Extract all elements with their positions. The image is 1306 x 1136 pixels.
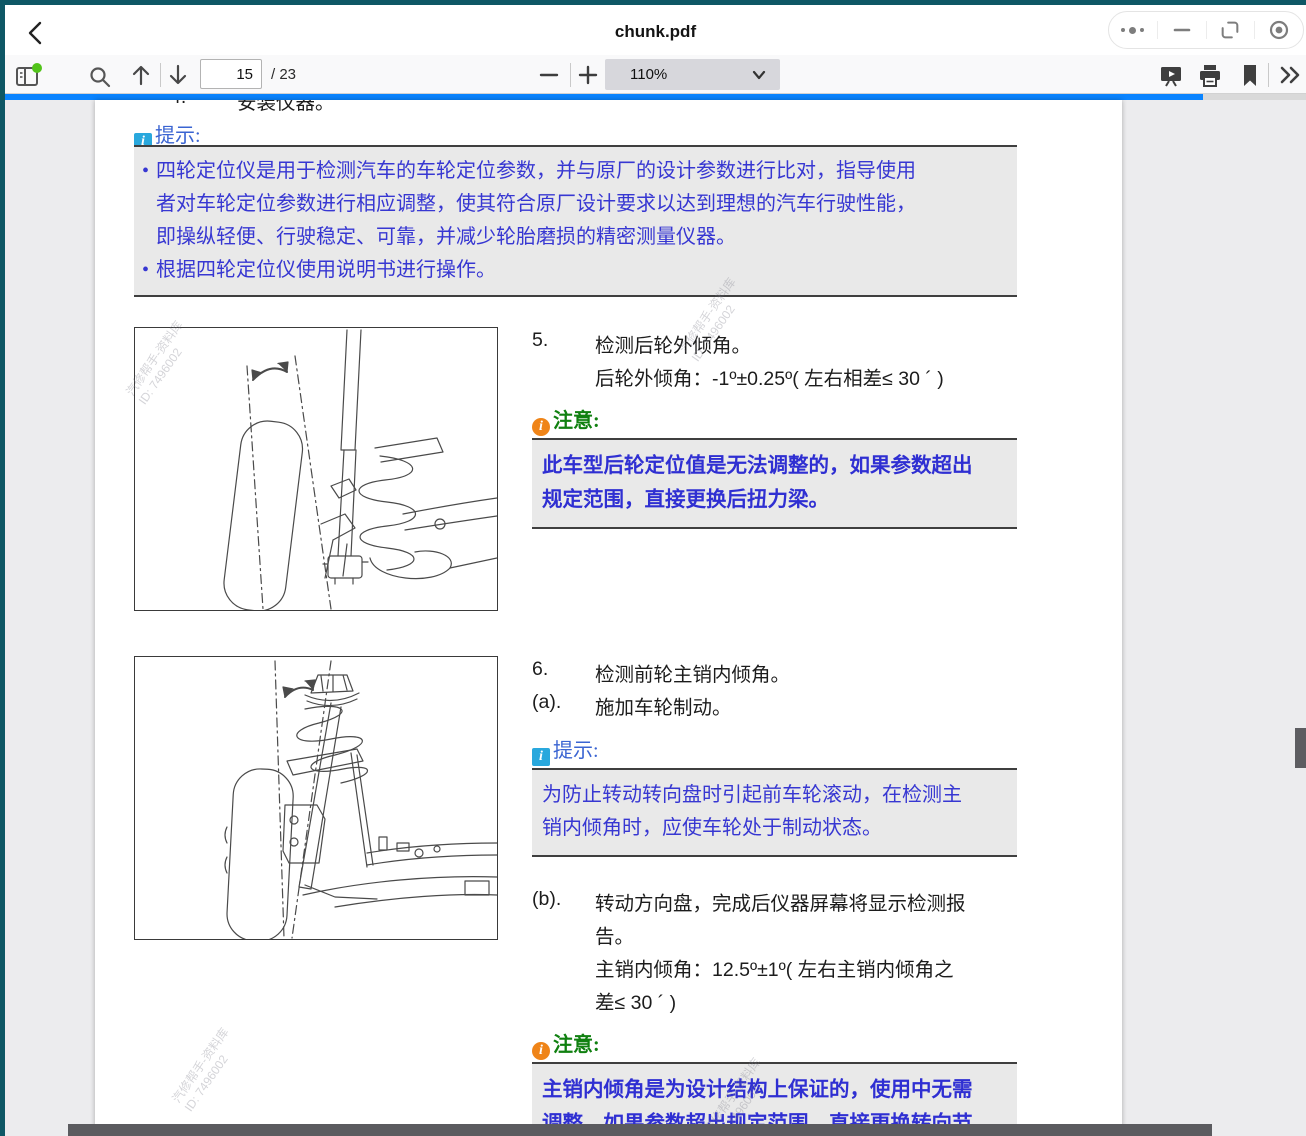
tip-label: 提示: [155, 125, 201, 147]
rear-suspension-diagram [135, 328, 497, 610]
window-frame-top [0, 0, 1306, 5]
divider [570, 63, 571, 87]
tip1-note-box: •四轮定位仪是用于检测汽车的车轮定位参数，并与原厂的设计参数进行比对，指导使用 … [134, 145, 1017, 297]
next-page-button[interactable] [166, 63, 190, 87]
window-frame-left [0, 0, 5, 1136]
warning-info-icon: i [532, 1042, 550, 1060]
window-controls [1108, 11, 1304, 49]
step6-title: 检测前轮主销内倾角。 [595, 658, 790, 687]
note-line: •根据四轮定位仪使用说明书进行操作。 [142, 254, 1005, 287]
step4-number: 4. [170, 100, 186, 109]
divider [160, 63, 161, 87]
minimize-icon [1172, 20, 1192, 40]
step6b-text-line: 转动方向盘，完成后仪器屏幕将显示检测报 [595, 888, 966, 921]
warning-info-icon: i [532, 418, 550, 436]
title-bar: chunk.pdf [5, 5, 1306, 55]
find-button[interactable] [88, 65, 112, 89]
step4-text: 安装仪器。 [237, 100, 335, 115]
step5-title: 检测后轮外倾角。 [595, 329, 751, 358]
search-icon [88, 65, 112, 89]
page-count-label: / 23 [271, 66, 296, 83]
more-options-button[interactable] [1109, 12, 1157, 48]
plus-icon [577, 64, 599, 86]
front-kingpin-figure [134, 656, 498, 940]
app-window: chunk.pdf [0, 0, 1306, 1136]
notice1-heading: i注意: [532, 404, 600, 436]
page-number-input[interactable] [200, 59, 262, 89]
step6a-text: 施加车轮制动。 [595, 691, 732, 720]
step5-number: 5. [532, 329, 548, 352]
record-button[interactable] [1255, 12, 1303, 48]
pdf-viewport[interactable]: 4. 安装仪器。 i提示: •四轮定位仪是用于检测汽车的车轮定位参数，并与原厂的… [5, 100, 1306, 1136]
divider [1268, 63, 1269, 87]
note-line: 主销内倾角是为设计结构上保证的，使用中无需 [542, 1073, 1007, 1107]
note-line: 销内倾角时，应使车轮处于制动状态。 [542, 812, 1007, 845]
vertical-scrollbar-thumb[interactable] [1295, 728, 1306, 768]
more-options-icon [1121, 27, 1144, 34]
printer-icon [1197, 63, 1223, 89]
info-icon: i [532, 748, 550, 766]
note-line: 者对车轮定位参数进行相应调整，使其符合原厂设计要求以达到理想的汽车行驶性能， [142, 188, 1005, 221]
step6b-number: (b). [532, 888, 561, 911]
zoom-level-value: 110% [630, 66, 752, 83]
notice-label: 注意: [553, 1034, 600, 1056]
step6b-spec-line: 差≤ 30 ´ ) [595, 987, 676, 1020]
pdf-page: 4. 安装仪器。 i提示: •四轮定位仪是用于检测汽车的车轮定位参数，并与原厂的… [95, 100, 1122, 1136]
step6b-spec-line: 主销内倾角：12.5º±1º( 左右主销内倾角之 [595, 954, 954, 987]
restore-window-icon [1219, 19, 1241, 41]
note-line: 即操纵轻便、行驶稳定、可靠，并减少轮胎磨损的精密测量仪器。 [142, 221, 1005, 254]
double-chevron-right-icon [1278, 64, 1304, 86]
rear-camber-figure: 汽修帮手-资料库ID: 7496002 [134, 327, 498, 611]
zoom-out-button[interactable] [538, 64, 560, 86]
pdf-toolbar: / 23 110% [5, 55, 1306, 94]
tip2-note-box: 为防止转动转向盘时引起前车轮滚动，在检测主 销内倾角时，应使车轮处于制动状态。 [532, 768, 1017, 857]
chevron-down-icon [752, 70, 766, 80]
presentation-mode-button[interactable] [1158, 63, 1184, 89]
sidebar-toggle-icon [14, 62, 44, 89]
bookmark-icon [1240, 63, 1260, 89]
note-line: 规定范围，直接更换后扭力梁。 [542, 483, 1007, 517]
notice-label: 注意: [553, 410, 600, 432]
note-line: 此车型后轮定位值是无法调整的，如果参数超出 [542, 449, 1007, 483]
tip-label: 提示: [553, 740, 599, 762]
note-line: 为防止转动转向盘时引起前车轮滚动，在检测主 [542, 779, 1007, 812]
bookmark-button[interactable] [1240, 63, 1260, 89]
status-green-dot [32, 63, 42, 73]
zoom-level-select[interactable]: 110% [605, 59, 780, 90]
notice1-note-box: 此车型后轮定位值是无法调整的，如果参数超出 规定范围，直接更换后扭力梁。 [532, 438, 1017, 529]
step6a-number: (a). [532, 691, 561, 714]
arrow-down-icon [166, 63, 190, 87]
minimize-button[interactable] [1158, 12, 1206, 48]
notice2-heading: i注意: [532, 1028, 600, 1060]
previous-page-button[interactable] [129, 63, 153, 87]
horizontal-scrollbar-thumb[interactable] [68, 1124, 1212, 1136]
watermark: 汽修帮手-资料库ID: 7496002 [169, 1025, 244, 1114]
front-suspension-diagram [135, 657, 497, 939]
restore-button[interactable] [1207, 12, 1255, 48]
print-button[interactable] [1197, 63, 1223, 89]
minus-icon [538, 64, 560, 86]
sidebar-toggle-button[interactable] [14, 62, 44, 89]
note-line: •四轮定位仪是用于检测汽车的车轮定位参数，并与原厂的设计参数进行比对，指导使用 [142, 155, 1005, 188]
record-dot-icon [1268, 19, 1290, 41]
zoom-in-button[interactable] [577, 64, 599, 86]
step5-spec: 后轮外倾角：-1º±0.25º( 左右相差≤ 30 ´ ) [595, 362, 944, 391]
step6b-text-line: 告。 [595, 921, 634, 954]
step6-number: 6. [532, 658, 548, 681]
presentation-icon [1158, 63, 1184, 89]
tip2-heading: i提示: [532, 734, 599, 766]
more-tools-button[interactable] [1278, 64, 1304, 86]
arrow-up-icon [129, 63, 153, 87]
